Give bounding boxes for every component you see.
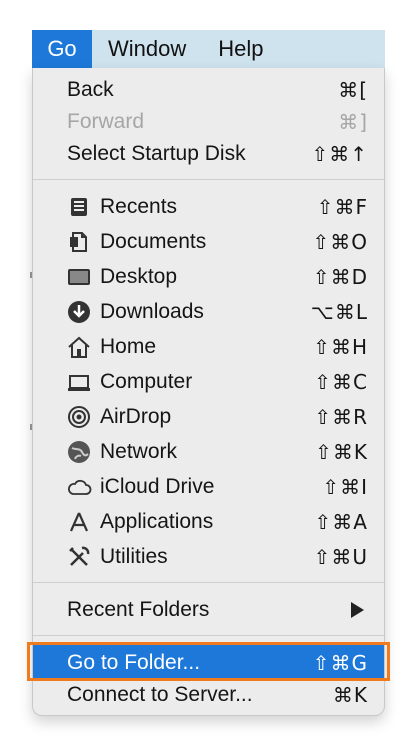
menu-item-shortcut: ⇧⌘H xyxy=(313,334,368,359)
menu-item-recent-folders[interactable]: Recent Folders xyxy=(33,592,384,627)
menu-item-icloud-drive[interactable]: iCloud Drive ⇧⌘I xyxy=(33,469,384,504)
menu-item-label: Home xyxy=(100,334,157,358)
documents-icon xyxy=(66,229,92,255)
menu-item-applications[interactable]: Applications ⇧⌘A xyxy=(33,504,384,539)
menu-item-shortcut: ⌥⌘L xyxy=(310,299,368,324)
menu-item-shortcut: ⇧⌘K xyxy=(315,439,368,464)
menu-go[interactable]: Go xyxy=(32,30,92,68)
menu-item-go-to-folder[interactable]: Go to Folder... ⇧⌘G xyxy=(33,645,384,680)
menu-item-label: Connect to Server... xyxy=(67,682,253,706)
menu-item-label: Applications xyxy=(100,509,214,533)
menu-separator xyxy=(33,179,384,180)
recents-icon xyxy=(66,194,92,220)
menu-item-shortcut: ⌘[ xyxy=(338,77,368,102)
menu-item-shortcut: ⇧⌘F xyxy=(316,194,368,219)
menu-item-label: Go to Folder... xyxy=(67,650,201,674)
menu-item-home[interactable]: Home ⇧⌘H xyxy=(33,329,384,364)
menu-item-airdrop[interactable]: AirDrop ⇧⌘R xyxy=(33,399,384,434)
utilities-icon xyxy=(66,544,92,570)
menu-item-documents[interactable]: Documents ⇧⌘O xyxy=(33,224,384,259)
menu-item-label: Forward xyxy=(67,109,145,133)
menu-item-shortcut: ⌘] xyxy=(338,109,368,134)
menu-item-shortcut: ⇧⌘U xyxy=(313,544,368,569)
menu-item-connect-to-server[interactable]: Connect to Server... ⌘K xyxy=(33,677,384,712)
menu-item-network[interactable]: Network ⇧⌘K xyxy=(33,434,384,469)
menu-item-shortcut: ⇧⌘O xyxy=(312,229,368,254)
computer-icon xyxy=(66,369,92,395)
airdrop-icon xyxy=(66,404,92,430)
menu-item-utilities[interactable]: Utilities ⇧⌘U xyxy=(33,539,384,574)
menu-item-select-startup-disk[interactable]: Select Startup Disk ⇧⌘↑ xyxy=(33,136,384,171)
menu-item-label: Desktop xyxy=(100,264,178,288)
menu-item-label: Utilities xyxy=(100,544,168,568)
menu-item-label: AirDrop xyxy=(100,404,172,428)
menu-item-label: Back xyxy=(67,77,114,101)
menu-item-back[interactable]: Back ⌘[ xyxy=(33,72,384,107)
menu-item-shortcut: ⇧⌘↑ xyxy=(311,141,368,166)
menu-item-shortcut: ⇧⌘C xyxy=(314,369,368,394)
menu-item-label: iCloud Drive xyxy=(100,474,215,498)
network-icon xyxy=(66,439,92,465)
menu-item-label: Select Startup Disk xyxy=(67,141,246,165)
screen: Go Window Help Back ⌘[ Forward ⌘] Select… xyxy=(0,0,420,750)
menu-bar: Go Window Help xyxy=(32,30,385,68)
home-icon xyxy=(66,334,92,360)
go-menu-dropdown: Back ⌘[ Forward ⌘] Select Startup Disk ⇧… xyxy=(32,68,385,716)
menu-separator xyxy=(33,635,384,636)
menu-item-desktop[interactable]: Desktop ⇧⌘D xyxy=(33,259,384,294)
menu-item-label: Recent Folders xyxy=(67,597,210,621)
menu-item-label: Computer xyxy=(100,369,193,393)
icloud-icon xyxy=(66,474,92,500)
menu-separator xyxy=(33,582,384,583)
menu-item-recents[interactable]: Recents ⇧⌘F xyxy=(33,189,384,224)
menu-item-downloads[interactable]: Downloads ⌥⌘L xyxy=(33,294,384,329)
menu-item-shortcut: ⇧⌘A xyxy=(314,509,368,534)
menu-window[interactable]: Window xyxy=(92,30,202,68)
menu-item-label: Downloads xyxy=(100,299,204,323)
downloads-icon xyxy=(66,299,92,325)
menu-item-shortcut: ⇧⌘G xyxy=(312,650,368,675)
submenu-arrow-icon xyxy=(351,601,364,618)
menu-item-shortcut: ⇧⌘I xyxy=(322,474,368,499)
menu-item-shortcut: ⇧⌘R xyxy=(314,404,368,429)
menu-item-forward: Forward ⌘] xyxy=(33,104,384,139)
menu-item-label: Network xyxy=(100,439,178,463)
applications-icon xyxy=(66,509,92,535)
menu-item-shortcut: ⌘K xyxy=(332,682,368,707)
menu-help[interactable]: Help xyxy=(202,30,279,68)
menu-item-shortcut: ⇧⌘D xyxy=(312,264,368,289)
menu-item-computer[interactable]: Computer ⇧⌘C xyxy=(33,364,384,399)
desktop-icon xyxy=(66,264,92,290)
menu-item-label: Recents xyxy=(100,194,178,218)
menu-item-label: Documents xyxy=(100,229,207,253)
